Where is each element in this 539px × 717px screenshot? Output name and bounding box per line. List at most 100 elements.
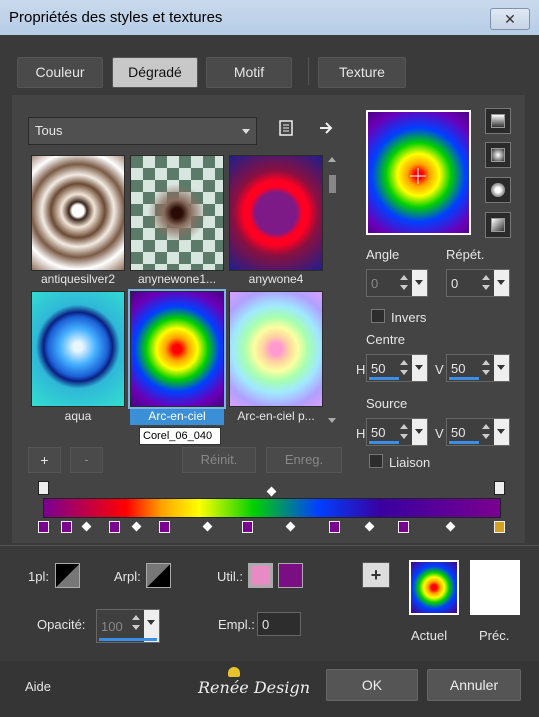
chevron-down-icon[interactable] [412, 419, 427, 445]
spinner-arrows-icon[interactable] [397, 270, 411, 296]
end-marker[interactable] [494, 481, 505, 495]
chevron-down-icon[interactable] [412, 270, 427, 296]
color-stop[interactable] [398, 521, 409, 533]
title-bar: Propriétés des styles et textures ✕ [0, 0, 539, 35]
thumb-label: aqua [64, 409, 92, 423]
remove-gradient-button[interactable]: - [70, 447, 103, 473]
book-icon[interactable] [276, 119, 296, 139]
empl-field[interactable]: 0 [257, 612, 301, 636]
value-bar [449, 377, 479, 380]
source-label: Source [366, 396, 408, 411]
centre-h-field[interactable]: 50 [366, 354, 428, 382]
chevron-down-icon[interactable] [494, 270, 509, 296]
add-gradient-button[interactable]: + [28, 447, 61, 473]
gradient-bar[interactable] [43, 498, 501, 518]
gradient-rectangular-icon[interactable] [485, 142, 511, 168]
button-label: OK [361, 677, 383, 693]
thumb-scrollbar[interactable] [327, 155, 338, 425]
util-label: Util.: [217, 569, 243, 584]
color-stop[interactable] [38, 521, 49, 533]
tab-degrade[interactable]: Dégradé [112, 57, 198, 88]
chevron-down-icon[interactable] [494, 419, 509, 445]
scroll-thumb[interactable] [329, 175, 336, 193]
background-swatch[interactable] [146, 563, 171, 588]
arrow-right-icon[interactable] [316, 119, 336, 139]
close-button[interactable]: ✕ [490, 8, 530, 30]
chevron-down-icon[interactable] [494, 355, 509, 381]
chevron-down-icon[interactable] [412, 355, 427, 381]
color-stop[interactable] [494, 521, 505, 533]
tab-motif[interactable]: Motif [206, 57, 292, 88]
repeat-label: Répét. [446, 247, 485, 262]
close-icon: ✕ [504, 11, 516, 27]
link-checkbox[interactable] [369, 454, 383, 468]
repeat-field[interactable]: 0 [446, 269, 510, 297]
value-bar [449, 441, 479, 444]
color-stop[interactable] [61, 521, 72, 533]
scroll-down-icon[interactable] [328, 418, 336, 423]
tab-texture[interactable]: Texture [318, 57, 406, 88]
source-v-label: V [435, 426, 444, 441]
styles-dialog: Propriétés des styles et textures ✕ Coul… [0, 0, 539, 717]
color-stop[interactable] [109, 521, 120, 533]
gradient-preview[interactable] [366, 110, 471, 235]
help-link[interactable]: Aide [25, 679, 51, 694]
start-marker[interactable] [38, 481, 49, 495]
source-v-value: 50 [451, 425, 466, 440]
tab-label: Texture [339, 64, 385, 80]
gradient-thumb[interactable] [229, 291, 323, 407]
gradient-thumb[interactable] [130, 155, 224, 271]
empl-value: 0 [262, 617, 270, 632]
brand-logo: Renée Design [198, 678, 311, 697]
source-v-field[interactable]: 50 [446, 418, 510, 446]
centre-v-field[interactable]: 50 [446, 354, 510, 382]
tab-label: Couleur [35, 64, 85, 80]
tab-divider [308, 57, 309, 85]
current-preview[interactable] [409, 560, 459, 615]
invert-checkbox[interactable] [371, 309, 385, 323]
angle-value: 0 [371, 276, 379, 291]
thumb-label: Arc-en-ciel [130, 409, 224, 425]
save-button[interactable]: Enreg. [266, 447, 342, 473]
add-preset-button[interactable]: + [362, 562, 390, 588]
gradient-sunburst-icon[interactable] [485, 177, 511, 203]
link-label: Liaison [389, 455, 431, 470]
thumb-label: anywone4 [248, 272, 304, 286]
color-stop[interactable] [242, 521, 253, 533]
gradient-thumb[interactable] [31, 291, 125, 407]
button-label: + [40, 452, 49, 468]
gradient-corner-icon[interactable] [485, 212, 511, 238]
cancel-button[interactable]: Annuler [427, 669, 521, 701]
spinner-arrows-icon[interactable] [479, 355, 493, 381]
scroll-up-icon[interactable] [328, 157, 336, 162]
spinner-arrows-icon[interactable] [397, 419, 411, 445]
centre-label: Centre [366, 332, 406, 347]
tab-couleur[interactable]: Couleur [17, 57, 103, 88]
source-h-field[interactable]: 50 [366, 418, 428, 446]
foreground-swatch[interactable] [55, 563, 80, 588]
color-stop[interactable] [329, 521, 340, 533]
angle-field[interactable]: 0 [366, 269, 428, 297]
tab-label: Motif [233, 64, 265, 80]
category-dropdown[interactable]: Tous [28, 117, 257, 145]
reset-button[interactable]: Réinit. [182, 447, 256, 473]
gradient-linear-icon[interactable] [485, 108, 511, 134]
spinner-arrows-icon[interactable] [479, 270, 493, 296]
spinner-arrows-icon[interactable] [397, 355, 411, 381]
util-color-2[interactable] [278, 563, 303, 588]
empl-label: Empl.: [218, 617, 255, 632]
color-stop[interactable] [159, 521, 170, 533]
gradient-thumb-selected[interactable] [128, 289, 226, 409]
centre-v-label: V [435, 362, 444, 377]
util-color-1[interactable] [248, 563, 273, 588]
opacity-field[interactable]: 100 [96, 609, 160, 643]
gradient-thumb[interactable] [229, 155, 323, 271]
ok-button[interactable]: OK [326, 669, 418, 701]
current-label: Actuel [411, 628, 448, 643]
chevron-down-icon [242, 129, 250, 134]
previous-preview[interactable] [470, 560, 520, 615]
gradient-thumb[interactable] [31, 155, 125, 271]
invert-label: Invers [391, 310, 427, 325]
spinner-arrows-icon[interactable] [479, 419, 493, 445]
butterfly-logo-icon [228, 667, 240, 677]
